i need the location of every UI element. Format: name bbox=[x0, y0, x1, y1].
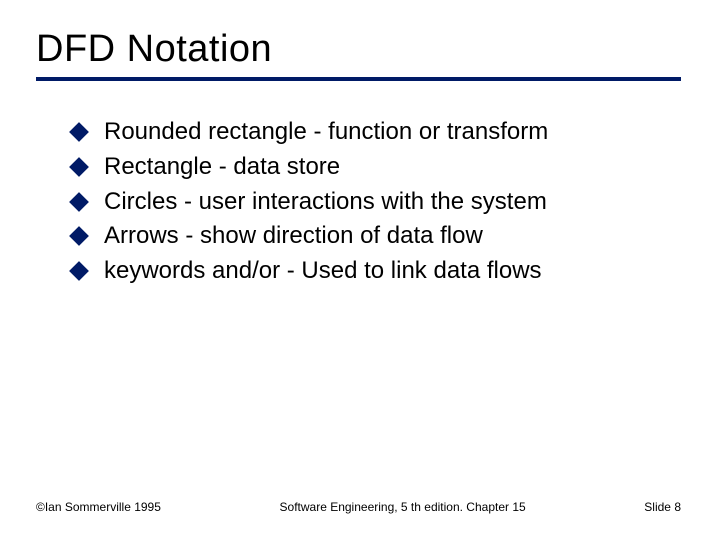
diamond-bullet-icon bbox=[69, 157, 89, 177]
footer-book-ref: Software Engineering, 5 th edition. Chap… bbox=[161, 500, 644, 514]
diamond-bullet-icon bbox=[69, 226, 89, 246]
list-item: Circles - user interactions with the sys… bbox=[72, 185, 681, 220]
slide: DFD Notation Rounded rectangle - functio… bbox=[0, 0, 717, 538]
footer: ©Ian Sommerville 1995 Software Engineeri… bbox=[36, 500, 681, 514]
bullet-text: Rectangle - data store bbox=[104, 150, 340, 185]
bullet-text: Rounded rectangle - function or transfor… bbox=[104, 115, 548, 150]
slide-title: DFD Notation bbox=[36, 28, 681, 71]
bullet-text: Arrows - show direction of data flow bbox=[104, 219, 483, 254]
title-rule bbox=[36, 77, 681, 81]
list-item: Arrows - show direction of data flow bbox=[72, 219, 681, 254]
list-item: Rectangle - data store bbox=[72, 150, 681, 185]
bullet-text: Circles - user interactions with the sys… bbox=[104, 185, 547, 220]
list-item: Rounded rectangle - function or transfor… bbox=[72, 115, 681, 150]
bullet-text: keywords and/or - Used to link data flow… bbox=[104, 254, 542, 289]
footer-copyright: ©Ian Sommerville 1995 bbox=[36, 500, 161, 514]
footer-slide-number: Slide 8 bbox=[644, 500, 681, 514]
list-item: keywords and/or - Used to link data flow… bbox=[72, 254, 681, 289]
diamond-bullet-icon bbox=[69, 192, 89, 212]
diamond-bullet-icon bbox=[69, 122, 89, 142]
bullet-list: Rounded rectangle - function or transfor… bbox=[36, 115, 681, 289]
diamond-bullet-icon bbox=[69, 261, 89, 281]
